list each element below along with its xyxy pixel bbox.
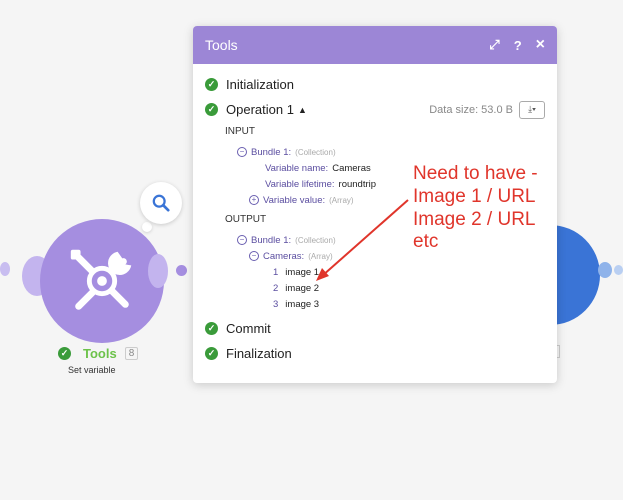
annotation-arrow xyxy=(316,199,409,281)
scenario-canvas: ✓ Tools 8 Set variable 2 Tools ⤢ ? × ✓ I… xyxy=(0,0,623,500)
